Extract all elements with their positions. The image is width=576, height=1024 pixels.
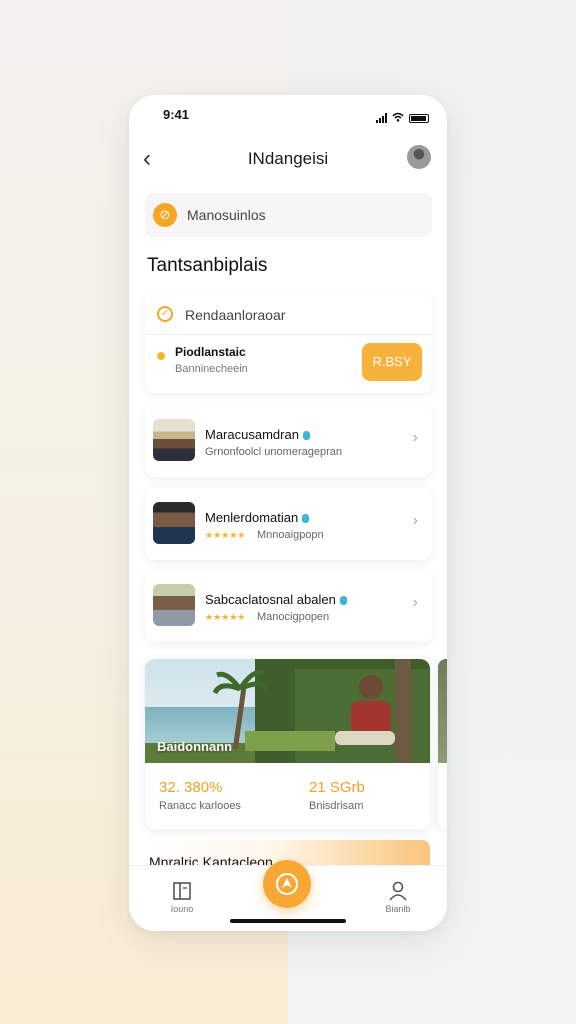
person-name: Sabcaclatosnal abalen	[205, 592, 347, 607]
person-subtitle: Mnnoaigpopn	[257, 529, 324, 541]
stat-value: 32. 380%	[159, 779, 223, 796]
status-dot	[157, 352, 165, 360]
highlight-item-name: Piodlanstaic	[175, 345, 246, 359]
rating-stars: ★★★★★	[205, 612, 246, 622]
verified-badge-icon	[302, 514, 310, 524]
battery-icon	[409, 113, 429, 123]
rating-stars: ★★★★★	[205, 530, 246, 540]
avatar	[153, 584, 195, 626]
chevron-right-icon: ›	[412, 429, 418, 446]
profile-avatar[interactable]	[407, 145, 431, 169]
center-action-button[interactable]	[263, 860, 311, 908]
list-item[interactable]: Sabcaclatosnal abalen ★★★★★ Manocigpopen…	[145, 570, 432, 642]
feature-card[interactable]: Baidonnann 32. 380% Ranacc karlooes 21 S…	[145, 659, 430, 829]
status-bar: 9:41	[129, 95, 447, 135]
person-name: Menlerdomatian	[205, 510, 310, 525]
person-name: Maracusamdran	[205, 427, 310, 442]
feature-caption: Baidonnann	[157, 739, 233, 754]
section-title: Tantsanbiplais	[147, 255, 268, 276]
chevron-right-icon: ›	[412, 512, 418, 529]
avatar	[153, 502, 195, 544]
highlight-card-heading: Rendaanloraoar	[185, 307, 286, 323]
avatar	[153, 419, 195, 461]
person-subtitle: Manocigpopen	[257, 611, 330, 623]
home-indicator	[230, 919, 346, 923]
wifi-icon	[392, 109, 404, 127]
signal-icon	[376, 113, 387, 123]
list-item[interactable]: Menlerdomatian ★★★★★ Mnnoaigpopn ›	[145, 488, 432, 560]
book-icon	[152, 880, 212, 902]
highlight-card: ✓ Rendaanloraoar Piodlanstaic Bannineche…	[145, 293, 432, 393]
highlight-item-subtitle: Banninecheein	[175, 363, 248, 375]
status-time: 9:41	[163, 107, 190, 122]
tab-profile[interactable]: Bianlb	[368, 880, 428, 914]
tab-label: Iouno	[170, 904, 194, 914]
page-title: INdangeisi	[247, 149, 329, 168]
search-bar[interactable]: ⊘ Manosuinlos	[145, 193, 432, 237]
search-input[interactable]: Manosuinlos	[187, 207, 266, 223]
feature-image	[438, 659, 447, 763]
highlight-card-header[interactable]: ✓ Rendaanloraoar	[145, 293, 432, 335]
stat-label: Bnisdrisam	[309, 800, 364, 812]
tab-home[interactable]: Iouno	[152, 880, 212, 914]
highlight-action-button[interactable]: R.BSY	[362, 343, 422, 381]
phone-frame: 9:41 ‹ INdangeisi ⊘ Manosuinlos Tantsanb…	[129, 95, 447, 931]
tab-label: Bianlb	[385, 904, 411, 914]
check-circle-icon: ✓	[157, 306, 173, 322]
stat-label: Ranacc karlooes	[159, 800, 241, 812]
person-subtitle: Grnonfoolcl unomeragepran	[205, 446, 342, 458]
user-icon	[368, 880, 428, 902]
next-feature-card[interactable]	[438, 659, 447, 829]
list-item[interactable]: Maracusamdran Grnonfoolcl unomeragepran …	[145, 405, 432, 477]
chevron-right-icon: ›	[412, 594, 418, 611]
status-icons	[376, 109, 429, 127]
compass-icon: ⊘	[153, 203, 177, 227]
navigation-icon	[276, 873, 298, 895]
stat-value: 21 SGrb	[309, 779, 365, 796]
verified-badge-icon	[302, 431, 310, 441]
app-header: ‹ INdangeisi	[129, 139, 447, 179]
verified-badge-icon	[339, 596, 347, 606]
